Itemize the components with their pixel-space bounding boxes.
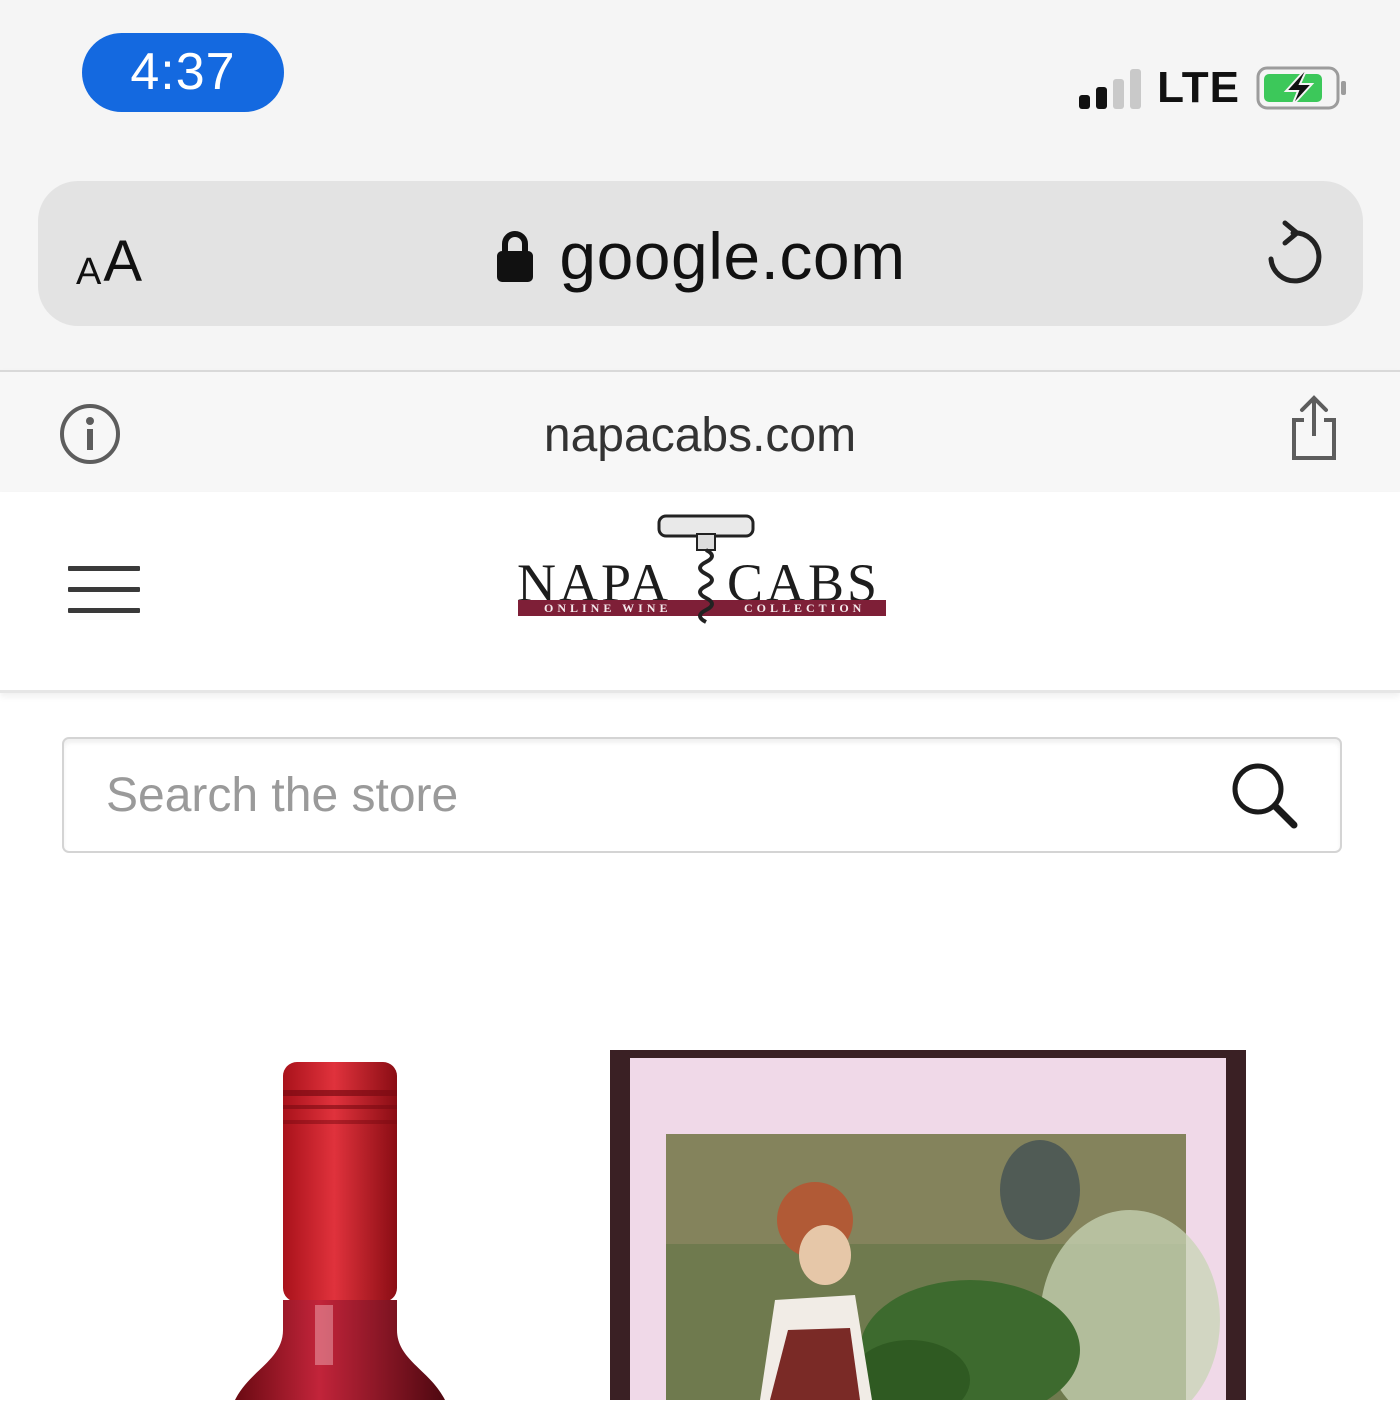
napa-cabs-logo[interactable]: NAPA CABS ONLINE WINE COLLECTION xyxy=(515,512,890,652)
search-icon[interactable] xyxy=(1230,761,1300,831)
address-bar[interactable]: A A google.com xyxy=(38,181,1363,326)
status-time[interactable]: 4:37 xyxy=(82,33,284,112)
url-display[interactable]: google.com xyxy=(38,211,1363,301)
status-indicators: LTE xyxy=(1079,62,1348,114)
painted-wine-label-image xyxy=(610,1050,1246,1405)
product-image-painted-label[interactable] xyxy=(610,1050,1250,1405)
search-input[interactable] xyxy=(104,761,1208,829)
hamburger-menu-icon[interactable] xyxy=(68,566,140,629)
browser-toolbar: A A google.com xyxy=(0,150,1400,370)
store-search xyxy=(62,737,1342,853)
cellular-signal-icon xyxy=(1079,67,1142,109)
product-image-red-wine-bottle[interactable] xyxy=(230,1050,450,1400)
reload-icon[interactable] xyxy=(1263,219,1323,291)
network-type: LTE xyxy=(1157,63,1240,112)
site-header: NAPA CABS ONLINE WINE COLLECTION xyxy=(0,492,1400,693)
corkscrew-icon xyxy=(657,514,755,624)
share-icon[interactable] xyxy=(1288,394,1340,462)
url-text: google.com xyxy=(559,219,906,293)
site-info-bar: napacabs.com xyxy=(0,370,1400,492)
red-wine-bottle-image xyxy=(235,1062,445,1400)
site-domain: napacabs.com xyxy=(543,409,857,462)
battery-charging-icon xyxy=(1256,66,1346,110)
status-bar: 4:37 LTE xyxy=(0,0,1400,150)
lock-icon xyxy=(497,231,534,282)
